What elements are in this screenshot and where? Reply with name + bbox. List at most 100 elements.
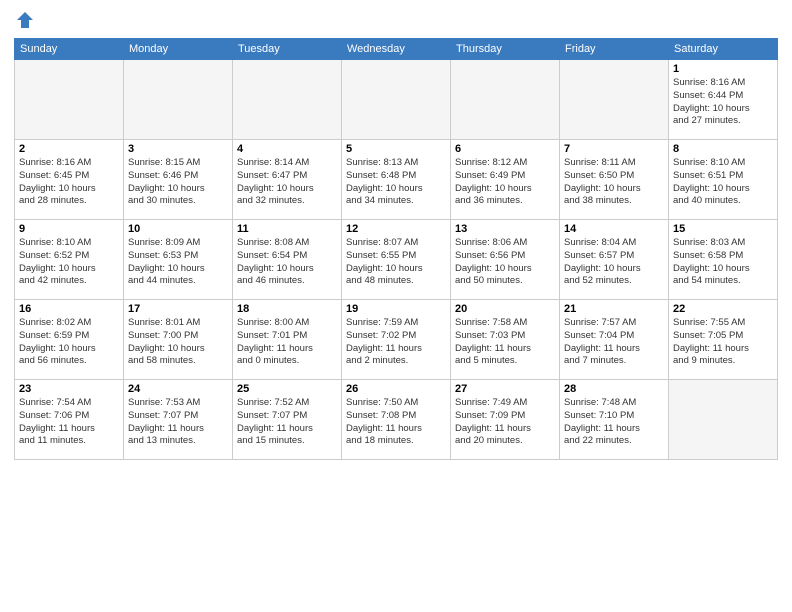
logo-icon [15,10,35,30]
day-info: Sunrise: 7:54 AM Sunset: 7:06 PM Dayligh… [19,397,119,448]
day-number: 16 [19,303,119,315]
day-cell: 2 Sunrise: 8:16 AM Sunset: 6:45 PM Daylig… [15,140,124,220]
day-cell: 21 Sunrise: 7:57 AM Sunset: 7:04 PM Dayli… [560,300,669,380]
day-cell [669,380,778,460]
day-number: 4 [237,143,337,155]
week-row-1: 2 Sunrise: 8:16 AM Sunset: 6:45 PM Daylig… [15,140,778,220]
day-cell: 13 Sunrise: 8:06 AM Sunset: 6:56 PM Dayli… [451,220,560,300]
day-number: 19 [346,303,446,315]
day-cell: 6Sunrise: 8:12 AM Sunset: 6:49 PM Daylig… [451,140,560,220]
day-cell: 28 Sunrise: 7:48 AM Sunset: 7:10 PM Dayli… [560,380,669,460]
day-number: 14 [564,223,664,235]
day-cell: 15Sunrise: 8:03 AM Sunset: 6:58 PM Dayli… [669,220,778,300]
day-cell: 24 Sunrise: 7:53 AM Sunset: 7:07 PM Dayli… [124,380,233,460]
day-info: Sunrise: 8:02 AM Sunset: 6:59 PM Dayligh… [19,317,119,368]
day-number: 3 [128,143,228,155]
day-number: 2 [19,143,119,155]
week-row-3: 16 Sunrise: 8:02 AM Sunset: 6:59 PM Dayli… [15,300,778,380]
day-number: 27 [455,383,555,395]
day-cell: 19 Sunrise: 7:59 AM Sunset: 7:02 PM Dayli… [342,300,451,380]
col-header-thursday: Thursday [451,39,560,60]
day-number: 9 [19,223,119,235]
day-info: Sunrise: 7:59 AM Sunset: 7:02 PM Dayligh… [346,317,446,368]
day-cell: 9 Sunrise: 8:10 AM Sunset: 6:52 PM Daylig… [15,220,124,300]
calendar-header-row: SundayMondayTuesdayWednesdayThursdayFrid… [15,39,778,60]
day-info: Sunrise: 8:09 AM Sunset: 6:53 PM Dayligh… [128,237,228,288]
day-number: 15 [673,223,773,235]
day-info: Sunrise: 8:13 AM Sunset: 6:48 PM Dayligh… [346,157,446,208]
day-cell [15,60,124,140]
day-number: 13 [455,223,555,235]
day-cell [451,60,560,140]
day-cell: 22 Sunrise: 7:55 AM Sunset: 7:05 PM Dayli… [669,300,778,380]
day-info: Sunrise: 7:58 AM Sunset: 7:03 PM Dayligh… [455,317,555,368]
day-number: 18 [237,303,337,315]
day-number: 1 [673,63,773,75]
day-cell: 27 Sunrise: 7:49 AM Sunset: 7:09 PM Dayli… [451,380,560,460]
day-info: Sunrise: 8:10 AM Sunset: 6:51 PM Dayligh… [673,157,773,208]
day-number: 20 [455,303,555,315]
day-info: Sunrise: 8:14 AM Sunset: 6:47 PM Dayligh… [237,157,337,208]
day-cell [233,60,342,140]
day-cell: 17 Sunrise: 8:01 AM Sunset: 7:00 PM Dayli… [124,300,233,380]
day-info: Sunrise: 7:49 AM Sunset: 7:09 PM Dayligh… [455,397,555,448]
day-cell: 4 Sunrise: 8:14 AM Sunset: 6:47 PM Daylig… [233,140,342,220]
day-cell: 26 Sunrise: 7:50 AM Sunset: 7:08 PM Dayli… [342,380,451,460]
week-row-0: 1 Sunrise: 8:16 AM Sunset: 6:44 PM Daylig… [15,60,778,140]
col-header-wednesday: Wednesday [342,39,451,60]
week-row-4: 23Sunrise: 7:54 AM Sunset: 7:06 PM Dayli… [15,380,778,460]
day-number: 5 [346,143,446,155]
col-header-sunday: Sunday [15,39,124,60]
day-cell: 5 Sunrise: 8:13 AM Sunset: 6:48 PM Daylig… [342,140,451,220]
day-cell: 10 Sunrise: 8:09 AM Sunset: 6:53 PM Dayli… [124,220,233,300]
day-number: 21 [564,303,664,315]
day-number: 28 [564,383,664,395]
day-info: Sunrise: 7:57 AM Sunset: 7:04 PM Dayligh… [564,317,664,368]
day-number: 7 [564,143,664,155]
header [14,10,778,30]
col-header-monday: Monday [124,39,233,60]
day-cell [342,60,451,140]
day-number: 12 [346,223,446,235]
day-info: Sunrise: 8:10 AM Sunset: 6:52 PM Dayligh… [19,237,119,288]
day-cell: 11Sunrise: 8:08 AM Sunset: 6:54 PM Dayli… [233,220,342,300]
day-info: Sunrise: 7:48 AM Sunset: 7:10 PM Dayligh… [564,397,664,448]
day-cell: 3 Sunrise: 8:15 AM Sunset: 6:46 PM Daylig… [124,140,233,220]
day-info: Sunrise: 8:00 AM Sunset: 7:01 PM Dayligh… [237,317,337,368]
day-number: 22 [673,303,773,315]
day-info: Sunrise: 8:16 AM Sunset: 6:45 PM Dayligh… [19,157,119,208]
day-number: 24 [128,383,228,395]
day-cell: 25 Sunrise: 7:52 AM Sunset: 7:07 PM Dayli… [233,380,342,460]
day-number: 25 [237,383,337,395]
calendar-container: SundayMondayTuesdayWednesdayThursdayFrid… [0,0,792,612]
day-cell: 12 Sunrise: 8:07 AM Sunset: 6:55 PM Dayli… [342,220,451,300]
day-number: 6 [455,143,555,155]
day-cell: 7Sunrise: 8:11 AM Sunset: 6:50 PM Daylig… [560,140,669,220]
col-header-tuesday: Tuesday [233,39,342,60]
day-info: Sunrise: 8:01 AM Sunset: 7:00 PM Dayligh… [128,317,228,368]
week-row-2: 9 Sunrise: 8:10 AM Sunset: 6:52 PM Daylig… [15,220,778,300]
day-number: 26 [346,383,446,395]
col-header-friday: Friday [560,39,669,60]
col-header-saturday: Saturday [669,39,778,60]
day-info: Sunrise: 8:08 AM Sunset: 6:54 PM Dayligh… [237,237,337,288]
day-info: Sunrise: 8:07 AM Sunset: 6:55 PM Dayligh… [346,237,446,288]
calendar-table: SundayMondayTuesdayWednesdayThursdayFrid… [14,38,778,460]
logo [14,10,35,30]
day-info: Sunrise: 7:50 AM Sunset: 7:08 PM Dayligh… [346,397,446,448]
day-info: Sunrise: 8:15 AM Sunset: 6:46 PM Dayligh… [128,157,228,208]
day-cell: 1 Sunrise: 8:16 AM Sunset: 6:44 PM Daylig… [669,60,778,140]
day-info: Sunrise: 7:52 AM Sunset: 7:07 PM Dayligh… [237,397,337,448]
day-info: Sunrise: 7:53 AM Sunset: 7:07 PM Dayligh… [128,397,228,448]
day-cell: 8Sunrise: 8:10 AM Sunset: 6:51 PM Daylig… [669,140,778,220]
day-number: 10 [128,223,228,235]
day-cell: 23Sunrise: 7:54 AM Sunset: 7:06 PM Dayli… [15,380,124,460]
day-info: Sunrise: 7:55 AM Sunset: 7:05 PM Dayligh… [673,317,773,368]
day-cell: 18 Sunrise: 8:00 AM Sunset: 7:01 PM Dayli… [233,300,342,380]
day-number: 17 [128,303,228,315]
day-cell: 16 Sunrise: 8:02 AM Sunset: 6:59 PM Dayli… [15,300,124,380]
day-cell [560,60,669,140]
day-info: Sunrise: 8:06 AM Sunset: 6:56 PM Dayligh… [455,237,555,288]
day-info: Sunrise: 8:16 AM Sunset: 6:44 PM Dayligh… [673,77,773,128]
day-cell: 14Sunrise: 8:04 AM Sunset: 6:57 PM Dayli… [560,220,669,300]
